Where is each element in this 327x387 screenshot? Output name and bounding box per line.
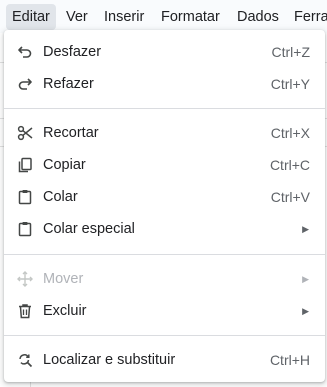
menu-item-label: Excluir: [43, 303, 87, 319]
menu-item-find-replace[interactable]: Localizar e substituir Ctrl+H: [4, 344, 325, 376]
move-icon: [16, 270, 34, 288]
menu-item-undo[interactable]: Desfazer Ctrl+Z: [4, 36, 325, 68]
menu-item-copy[interactable]: Copiar Ctrl+C: [4, 149, 325, 181]
menu-separator: [4, 108, 325, 109]
menu-item-shortcut: Ctrl+V: [270, 189, 310, 205]
menu-ferramentas[interactable]: Ferra: [288, 4, 327, 30]
menu-item-shortcut: Ctrl+Y: [270, 76, 310, 92]
menu-item-shortcut: Ctrl+X: [270, 125, 310, 141]
menu-item-shortcut: Ctrl+Z: [271, 44, 311, 60]
menu-formatar[interactable]: Formatar: [155, 4, 226, 30]
menu-item-shortcut: Ctrl+H: [269, 352, 310, 368]
menu-item-redo[interactable]: Refazer Ctrl+Y: [4, 68, 325, 100]
menu-item-label: Recortar: [43, 125, 99, 141]
scissors-icon: [16, 124, 34, 142]
menu-ver[interactable]: Ver: [60, 4, 94, 30]
menu-item-move: Mover ▶: [4, 263, 325, 295]
menu-item-label: Refazer: [43, 76, 94, 92]
copy-icon: [16, 156, 34, 174]
submenu-arrow-icon: ▶: [302, 274, 309, 284]
menu-item-label: Copiar: [43, 157, 86, 173]
edit-menu-dropdown: Desfazer Ctrl+Z Refazer Ctrl+Y Recortar …: [4, 30, 325, 382]
menubar: Editar Ver Inserir Formatar Dados Ferra: [0, 0, 327, 33]
menu-item-shortcut: Ctrl+C: [269, 157, 310, 173]
menu-item-paste[interactable]: Colar Ctrl+V: [4, 181, 325, 213]
menu-dados[interactable]: Dados: [231, 4, 285, 30]
menu-separator: [4, 254, 325, 255]
menu-item-label: Desfazer: [43, 44, 102, 60]
clipboard-icon: [16, 188, 34, 206]
clipboard-icon: [16, 220, 34, 238]
menu-editar[interactable]: Editar: [6, 4, 56, 30]
submenu-arrow-icon: ▶: [302, 306, 309, 316]
menu-separator: [4, 335, 325, 336]
undo-icon: [16, 43, 34, 61]
menu-item-cut[interactable]: Recortar Ctrl+X: [4, 117, 325, 149]
menu-item-label: Colar: [43, 189, 78, 205]
find-replace-icon: [16, 351, 34, 369]
redo-icon: [16, 75, 34, 93]
menu-item-paste-special[interactable]: Colar especial ▶: [4, 213, 325, 245]
trash-icon: [16, 302, 34, 320]
menu-inserir[interactable]: Inserir: [98, 4, 150, 30]
submenu-arrow-icon: ▶: [302, 224, 309, 234]
menu-item-label: Colar especial: [43, 221, 135, 237]
menu-item-label: Localizar e substituir: [43, 352, 176, 368]
menu-item-delete[interactable]: Excluir ▶: [4, 295, 325, 327]
menu-item-label: Mover: [43, 271, 84, 287]
